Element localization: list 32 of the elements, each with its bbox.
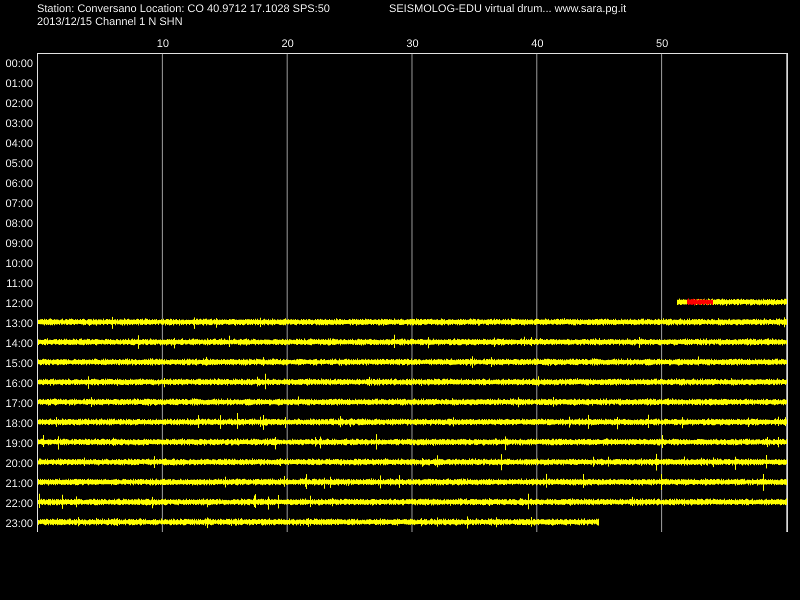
axis-tick-label: 20	[282, 37, 294, 51]
hour-label: 12:00	[4, 297, 34, 312]
app-title: SEISMOLOG-EDU virtual drum... www.sara.pg.it	[389, 3, 626, 16]
axis-tick-label: 10	[156, 37, 169, 51]
hour-label: 15:00	[4, 357, 34, 372]
hour-label: 17:00	[4, 397, 34, 412]
hour-label: 19:00	[4, 437, 34, 452]
hour-label: 02:00	[4, 97, 34, 112]
axis-tick-label: 50	[656, 37, 668, 51]
hour-label: 13:00	[4, 317, 34, 332]
hour-label: 20:00	[4, 457, 34, 472]
hour-label: 18:00	[4, 417, 34, 432]
hour-label: 16:00	[4, 377, 34, 392]
axis-tick-label: 30	[406, 37, 419, 51]
hour-label: 00:00	[4, 57, 34, 72]
hour-label: 21:00	[4, 477, 34, 492]
hour-label: 23:00	[4, 517, 34, 532]
hour-label: 10:00	[4, 257, 34, 272]
hour-label: 08:00	[4, 217, 34, 232]
hour-label: 07:00	[4, 197, 34, 212]
hour-label: 09:00	[4, 237, 34, 252]
date-channel: 2013/12/15 Channel 1 N SHN	[37, 16, 183, 29]
station-info: Station: Conversano Location: CO 40.9712 17.1028 SPS:50	[37, 3, 331, 16]
hour-label: 05:00	[4, 157, 34, 172]
hour-label: 22:00	[4, 497, 34, 512]
hour-label: 01:00	[4, 77, 34, 92]
hour-label: 14:00	[4, 337, 34, 352]
hour-label: 04:00	[4, 137, 34, 152]
axis-tick-label: 40	[531, 37, 544, 51]
hour-label: 06:00	[4, 177, 34, 192]
hour-label: 11:00	[5, 277, 34, 292]
hour-label: 03:00	[4, 117, 34, 132]
